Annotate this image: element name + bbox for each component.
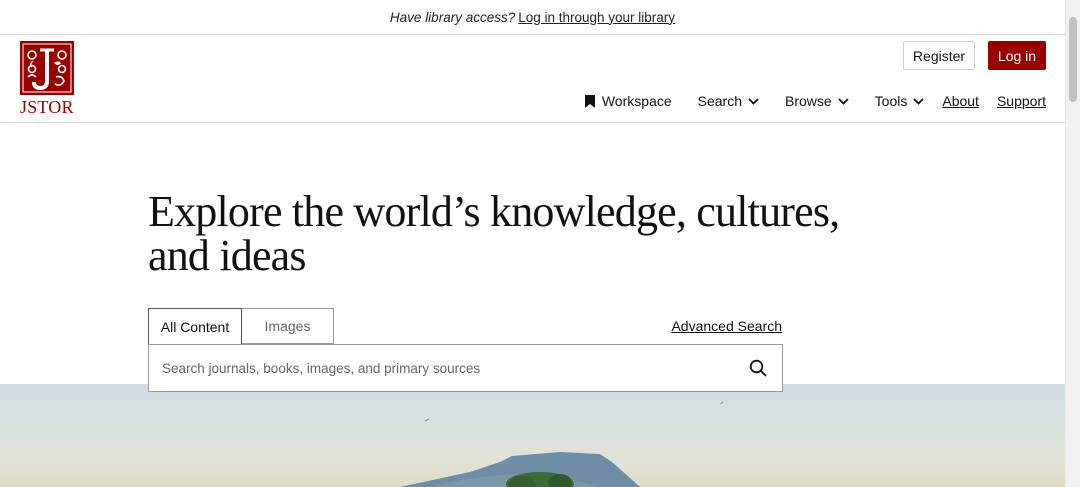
library-login-link[interactable]: Log in through your library bbox=[518, 10, 675, 25]
jstor-logo[interactable]: JSTOR bbox=[20, 41, 76, 117]
tab-images[interactable]: Images bbox=[242, 308, 334, 344]
nav-workspace[interactable]: Workspace bbox=[584, 93, 672, 109]
chevron-down-icon bbox=[748, 97, 759, 105]
hero-title-line1: Explore the world’s knowledge, cultures, bbox=[148, 187, 840, 236]
jstor-logo-text: JSTOR bbox=[20, 97, 74, 117]
hero-title: Explore the world’s knowledge, cultures,… bbox=[148, 190, 908, 278]
hero-landscape-image bbox=[0, 384, 1065, 487]
nav-search-label: Search bbox=[697, 93, 742, 109]
nav-tools-label: Tools bbox=[874, 93, 908, 109]
nav-workspace-label: Workspace bbox=[601, 93, 672, 109]
nav-browse[interactable]: Browse bbox=[785, 93, 849, 109]
chevron-down-icon bbox=[838, 97, 849, 105]
scrollbar-thumb[interactable] bbox=[1069, 17, 1077, 102]
search-input[interactable] bbox=[149, 345, 734, 391]
nav-browse-label: Browse bbox=[784, 93, 832, 109]
advanced-search-link[interactable]: Advanced Search bbox=[671, 318, 782, 334]
library-access-question: Have library access? bbox=[389, 9, 516, 25]
nav-search[interactable]: Search bbox=[698, 93, 759, 109]
register-button[interactable]: Register bbox=[903, 41, 975, 70]
search-box bbox=[148, 344, 783, 392]
library-access-banner: Have library access? Log in through your… bbox=[0, 0, 1065, 35]
jstor-logo-mark bbox=[20, 41, 74, 95]
landscape-painting bbox=[400, 401, 724, 487]
nav-support-link[interactable]: Support bbox=[997, 93, 1046, 109]
search-submit-button[interactable] bbox=[734, 345, 782, 391]
chevron-down-icon bbox=[913, 97, 924, 105]
nav-about-link[interactable]: About bbox=[942, 93, 979, 109]
login-button[interactable]: Log in bbox=[988, 41, 1046, 70]
search-icon bbox=[749, 359, 767, 377]
page-scrollbar[interactable] bbox=[1065, 0, 1080, 487]
site-header: JSTOR Register Log in Workspace Search B… bbox=[0, 35, 1065, 123]
search-tabs: All Content Images bbox=[148, 308, 334, 345]
nav-tools[interactable]: Tools bbox=[875, 93, 925, 109]
tab-all-content[interactable]: All Content bbox=[148, 308, 242, 345]
main-nav: Workspace Search Browse Tools About Supp… bbox=[584, 93, 1046, 109]
bookmark-icon bbox=[584, 94, 595, 108]
hero-title-line2: and ideas bbox=[148, 231, 307, 280]
